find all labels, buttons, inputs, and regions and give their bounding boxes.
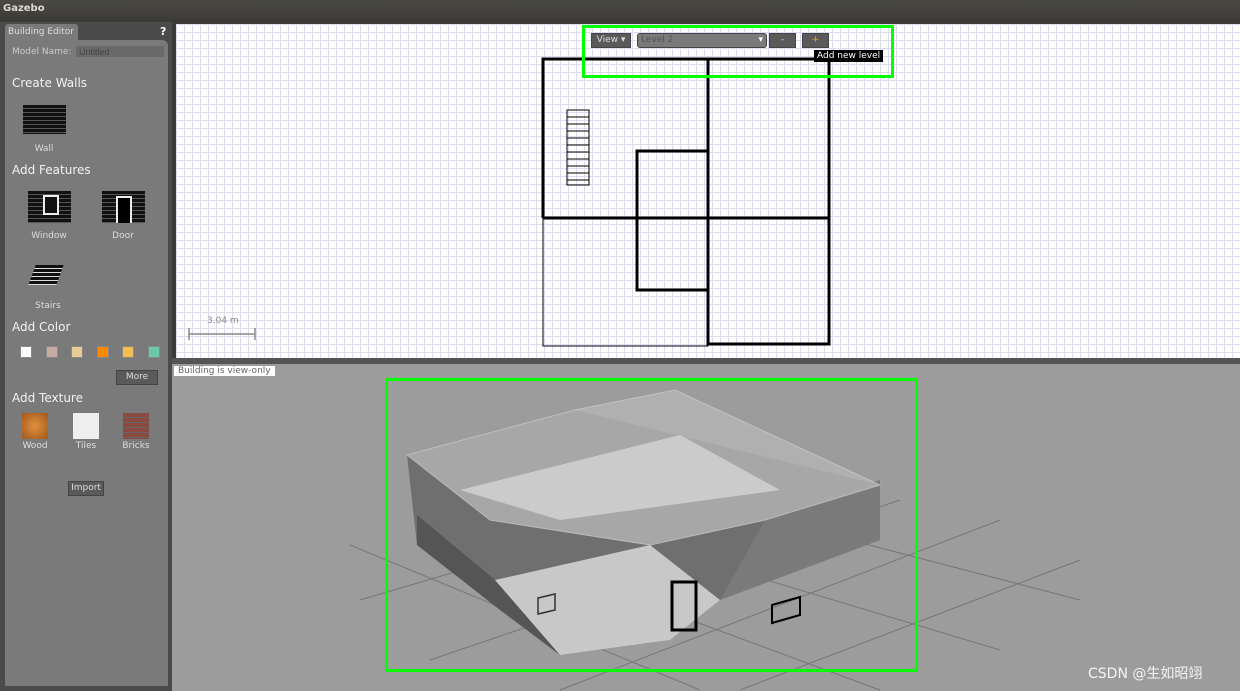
add-texture-heading: Add Texture bbox=[12, 391, 83, 405]
help-button[interactable]: ? bbox=[160, 25, 166, 38]
level2-walls bbox=[541, 57, 831, 346]
building-editor-panel bbox=[5, 40, 168, 686]
highlight-box-toolbar bbox=[582, 25, 894, 78]
stairs-label: Stairs bbox=[35, 301, 61, 311]
add-color-heading: Add Color bbox=[12, 320, 71, 334]
bricks-texture-icon[interactable] bbox=[123, 413, 149, 439]
add-features-heading: Add Features bbox=[12, 163, 91, 177]
more-colors-button[interactable]: More bbox=[116, 370, 158, 385]
tiles-label: Tiles bbox=[75, 441, 97, 451]
import-button[interactable]: Import bbox=[68, 481, 104, 496]
color-swatch[interactable] bbox=[45, 346, 58, 358]
color-swatch[interactable] bbox=[122, 346, 134, 358]
view-only-status: Building is view-only bbox=[174, 366, 275, 376]
color-swatch[interactable] bbox=[96, 346, 109, 358]
wall-tool-icon[interactable] bbox=[23, 105, 66, 134]
color-swatch[interactable] bbox=[147, 346, 160, 358]
model-name-label: Model Name: bbox=[12, 47, 72, 57]
window-title: Gazebo bbox=[0, 0, 1240, 22]
level1-outline bbox=[542, 217, 709, 347]
highlight-box-3d bbox=[385, 378, 918, 672]
scale-label: 3.04 m bbox=[207, 316, 239, 326]
tab-building-editor[interactable]: Building Editor bbox=[5, 24, 78, 40]
window-label: Window bbox=[31, 231, 67, 241]
tiles-texture-icon[interactable] bbox=[73, 413, 99, 439]
door-label: Door bbox=[112, 231, 134, 241]
wood-texture-icon[interactable] bbox=[22, 413, 48, 439]
bricks-label: Bricks bbox=[122, 441, 150, 451]
color-swatch[interactable] bbox=[71, 346, 83, 358]
watermark: CSDN @生如昭翊 bbox=[1088, 666, 1203, 682]
scale-bar bbox=[188, 328, 256, 340]
wood-label: Wood bbox=[22, 441, 48, 451]
color-swatch[interactable] bbox=[20, 346, 32, 358]
wall-label: Wall bbox=[34, 144, 54, 154]
create-walls-heading: Create Walls bbox=[12, 76, 88, 90]
door-tool-icon[interactable] bbox=[102, 191, 145, 223]
stairs bbox=[566, 109, 590, 186]
model-name-input[interactable] bbox=[76, 46, 164, 57]
window-tool-icon[interactable] bbox=[28, 191, 71, 223]
